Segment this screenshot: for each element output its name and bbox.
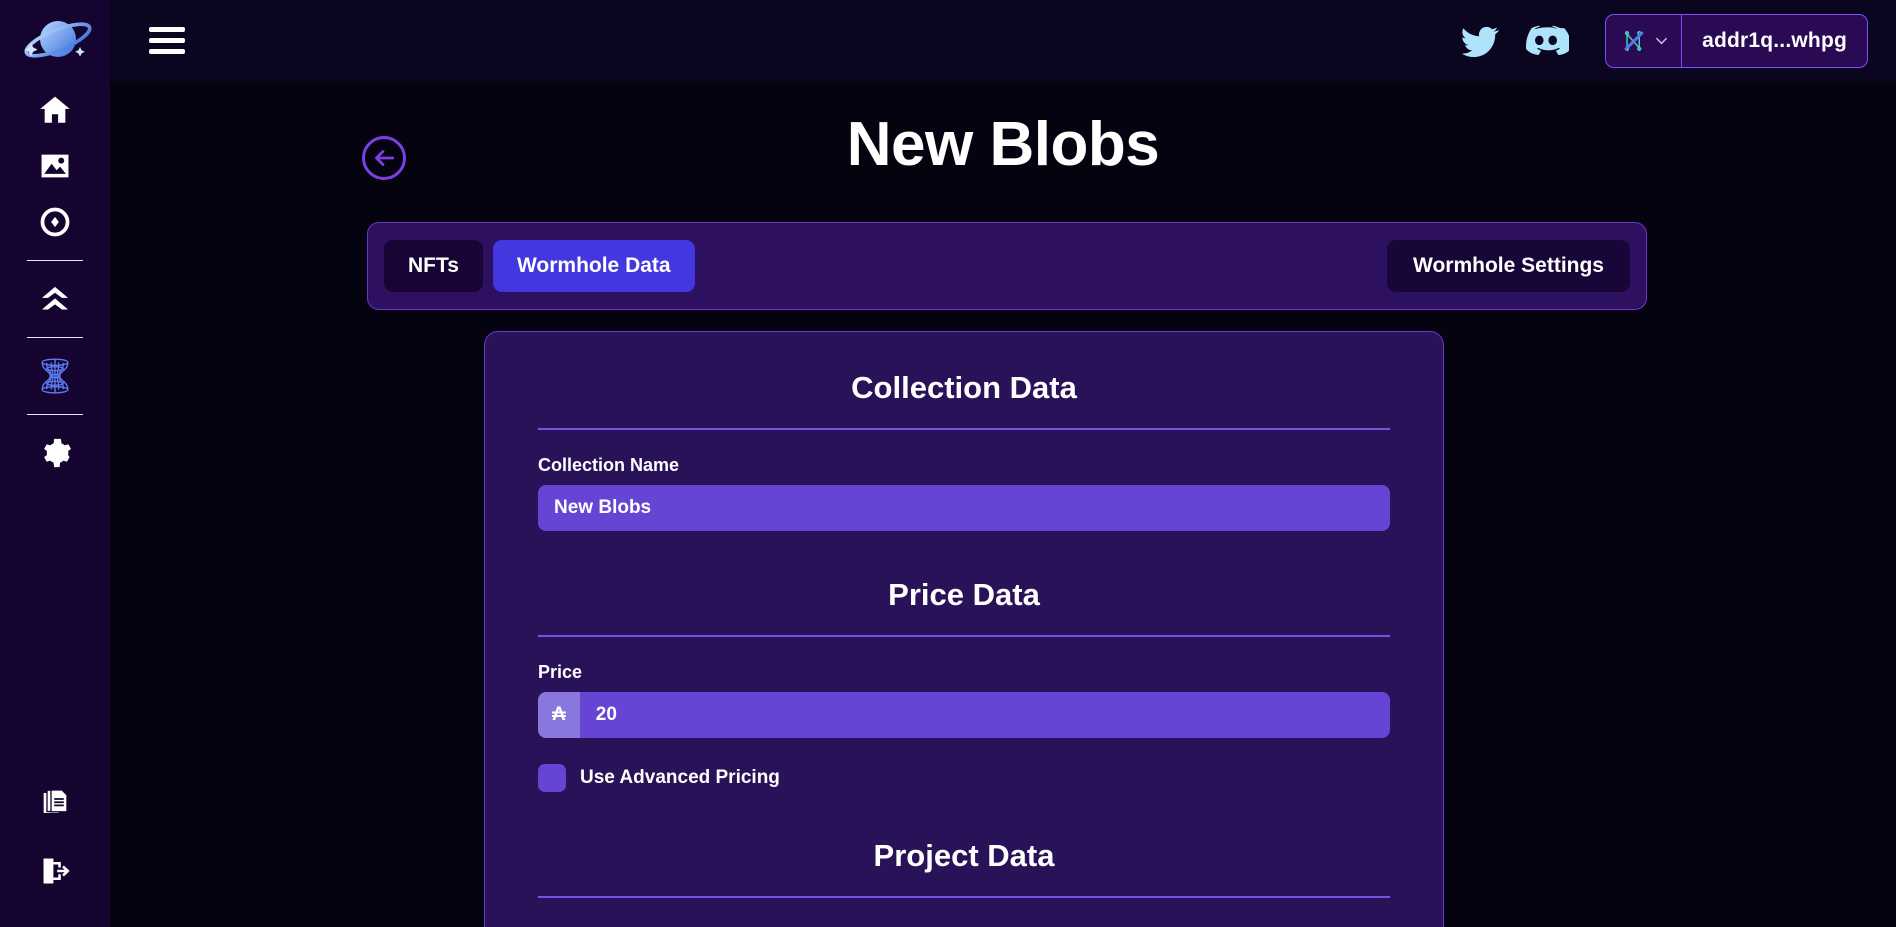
hamburger-bar	[149, 38, 185, 43]
section-project-data: Project Data	[538, 838, 1390, 898]
price-input-group: ₳	[538, 692, 1390, 738]
sidebar-item-home[interactable]	[0, 82, 110, 138]
arrow-left-icon	[375, 150, 395, 166]
twitter-icon	[1461, 26, 1500, 57]
logout-icon	[43, 858, 70, 884]
tab-nfts[interactable]: NFTs	[384, 240, 483, 292]
chevron-down-icon	[1656, 37, 1667, 45]
back-button[interactable]	[362, 136, 406, 180]
app-root: addr1q...whpg New Blobs NFTs Wormhole Da…	[0, 0, 1896, 927]
tab-bar: NFTs Wormhole Data Wormhole Settings	[367, 222, 1647, 310]
collection-name-input[interactable]	[538, 485, 1390, 531]
section-divider	[538, 428, 1390, 430]
form-card: Collection Data Collection Name Price Da…	[484, 331, 1444, 927]
sidebar-item-docs[interactable]	[0, 775, 110, 831]
sidebar-item-wormhole[interactable]	[0, 348, 110, 404]
nami-wallet-icon	[1624, 30, 1644, 51]
header-actions: addr1q...whpg	[1459, 13, 1896, 68]
wallet-button[interactable]: addr1q...whpg	[1605, 13, 1868, 68]
main-content: New Blobs NFTs Wormhole Data Wormhole Se…	[110, 81, 1896, 927]
top-header: addr1q...whpg	[110, 0, 1896, 81]
tab-wormhole-data[interactable]: Wormhole Data	[492, 240, 695, 292]
sidebar-item-settings[interactable]	[0, 425, 110, 481]
app-logo[interactable]	[0, 0, 110, 82]
twitter-link[interactable]	[1459, 20, 1501, 62]
price-input[interactable]	[579, 692, 1390, 738]
double-chevron-up-icon	[41, 286, 69, 310]
section-title: Collection Data	[851, 370, 1077, 405]
section-price-data: Price Data Price ₳ Use Advanced Pricing	[538, 577, 1390, 792]
token-icon	[40, 207, 70, 237]
use-advanced-pricing-label: Use Advanced Pricing	[580, 767, 780, 788]
section-divider	[538, 635, 1390, 637]
hamburger-bar	[149, 49, 185, 54]
hamburger-bar	[149, 27, 185, 32]
sidebar-item-logout[interactable]	[0, 843, 110, 899]
section-title: Project Data	[873, 838, 1055, 873]
sidebar	[0, 0, 110, 927]
ada-symbol-icon: ₳	[538, 692, 580, 738]
image-icon	[41, 154, 69, 178]
documents-icon	[42, 789, 68, 815]
discord-icon	[1526, 25, 1570, 55]
discord-link[interactable]	[1523, 18, 1570, 64]
wormhole-icon	[41, 358, 69, 394]
wormhole-settings-button[interactable]: Wormhole Settings	[1387, 240, 1630, 292]
gear-icon	[44, 438, 72, 468]
home-icon	[40, 96, 70, 123]
sidebar-divider-2	[27, 337, 83, 338]
section-title: Price Data	[888, 577, 1040, 612]
price-label: Price	[538, 662, 583, 682]
section-collection-data: Collection Data Collection Name	[538, 370, 1390, 531]
sidebar-item-gallery[interactable]	[0, 138, 110, 194]
section-divider	[538, 896, 1390, 898]
sidebar-item-token[interactable]	[0, 194, 110, 250]
sidebar-divider-1	[27, 260, 83, 261]
wallet-selector[interactable]	[1606, 14, 1683, 67]
collection-name-label: Collection Name	[538, 455, 680, 475]
use-advanced-pricing-row[interactable]: Use Advanced Pricing	[538, 764, 1390, 792]
wallet-address: addr1q...whpg	[1702, 28, 1847, 52]
sidebar-divider-3	[27, 414, 83, 415]
sidebar-item-mint[interactable]	[0, 271, 110, 327]
planet-logo-icon	[24, 21, 92, 58]
use-advanced-pricing-checkbox[interactable]	[538, 764, 566, 792]
hamburger-menu-icon[interactable]	[149, 25, 189, 57]
